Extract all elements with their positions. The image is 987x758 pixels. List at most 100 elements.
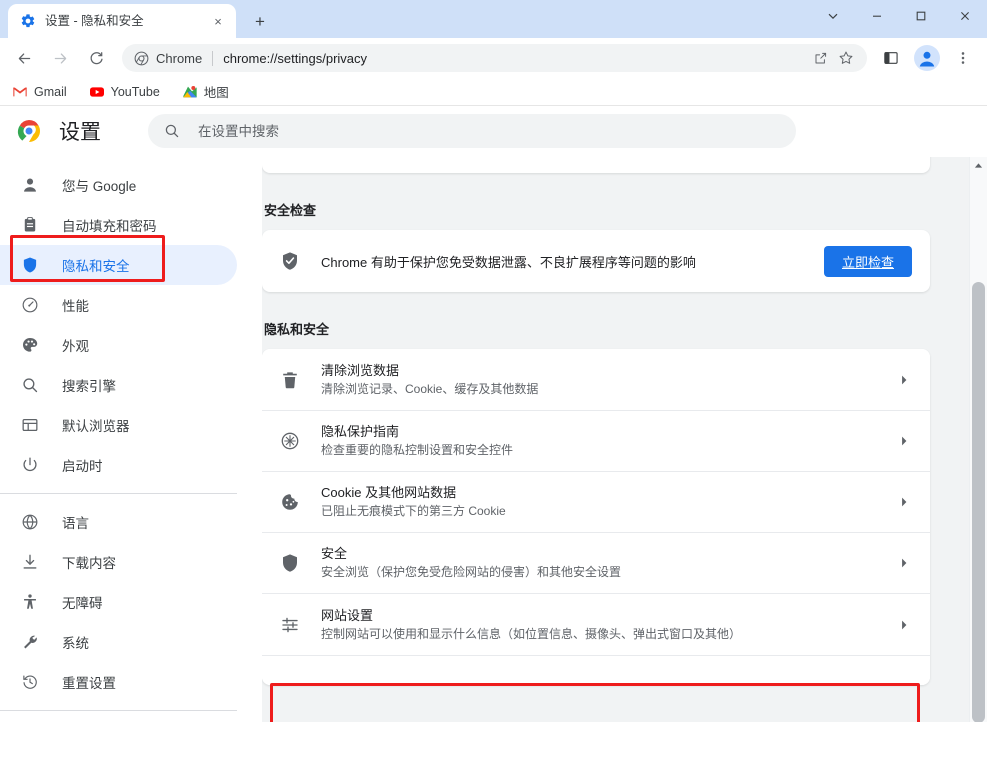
row-title: 网站设置 <box>321 607 374 623</box>
table-row[interactable]: 网站设置 控制网站可以使用和显示什么信息（如位置信息、摄像头、弹出式窗口及其他） <box>262 593 930 655</box>
new-tab-button[interactable]: + <box>246 7 274 35</box>
sidebar-item-label: 性能 <box>62 299 89 314</box>
sidebar-item-default-browser[interactable]: 默认浏览器 <box>0 405 237 445</box>
chevron-right-icon <box>902 558 907 568</box>
chevron-right-icon <box>902 375 907 384</box>
minimize-icon[interactable] <box>855 0 899 32</box>
sidebar-item-extensions[interactable]: 扩展程序 <box>0 719 237 722</box>
table-row-partial[interactable] <box>262 655 930 685</box>
sidebar-item-search-engine[interactable]: 搜索引擎 <box>0 365 237 405</box>
row-texts: 清除浏览数据 清除浏览记录、Cookie、缓存及其他数据 <box>321 362 896 398</box>
speedometer-icon <box>22 297 38 313</box>
sidebar-item-you-and-google[interactable]: 您与 Google <box>0 165 237 205</box>
safety-check-description: Chrome 有助于保护您免受数据泄露、不良扩展程序等问题的影响 <box>321 254 696 270</box>
sidebar-item-label: 语言 <box>62 516 89 531</box>
bookmark-maps[interactable]: 地图 <box>180 81 231 103</box>
omnibox-actions <box>807 45 859 71</box>
scroll-up-arrow-icon[interactable] <box>970 157 987 174</box>
page-title: 设置 <box>59 121 101 144</box>
settings-search-box[interactable] <box>148 114 796 148</box>
side-panel-icon[interactable] <box>876 43 906 73</box>
sidebar-item-privacy-security[interactable]: 隐私和安全 <box>0 245 237 285</box>
settings-page: 设置 您与 Google 自动填充和密码 隐私和安全 <box>0 106 987 722</box>
sidebar-item-downloads[interactable]: 下载内容 <box>0 542 237 582</box>
check-now-button[interactable]: 立即检查 <box>823 245 912 277</box>
chevron-right-icon <box>902 620 907 629</box>
sidebar-item-reset-settings[interactable]: 重置设置 <box>0 662 237 702</box>
bookmark-label: YouTube <box>110 84 160 99</box>
back-icon[interactable] <box>9 43 39 73</box>
row-texts: Cookie 及其他网站数据 已阻止无痕模式下的第三方 Cookie <box>321 484 896 520</box>
table-row[interactable]: 清除浏览数据 清除浏览记录、Cookie、缓存及其他数据 <box>262 349 930 410</box>
sidebar-item-label: 无障碍 <box>62 596 103 611</box>
search-icon <box>23 378 38 393</box>
row-subtitle: 已阻止无痕模式下的第三方 Cookie <box>321 504 506 518</box>
omnibox-url-text[interactable]: chrome://settings/privacy <box>223 51 807 66</box>
share-icon[interactable] <box>807 45 833 71</box>
maximize-icon[interactable] <box>899 0 943 32</box>
search-input[interactable] <box>196 122 780 140</box>
address-bar[interactable]: Chrome chrome://settings/privacy <box>122 44 867 72</box>
tab-strip: 设置 - 隐私和安全 × + <box>0 0 987 38</box>
sidebar-item-label: 启动时 <box>62 459 103 474</box>
row-texts: 网站设置 控制网站可以使用和显示什么信息（如位置信息、摄像头、弹出式窗口及其他） <box>321 607 896 643</box>
row-subtitle: 安全浏览（保护您免受危险网站的侵害）和其他安全设置 <box>321 565 622 579</box>
sidebar-item-system[interactable]: 系统 <box>0 622 237 662</box>
sidebar-item-autofill-passwords[interactable]: 自动填充和密码 <box>0 205 237 245</box>
row-title: Cookie 及其他网站数据 <box>321 485 457 500</box>
row-texts: 安全 安全浏览（保护您免受危险网站的侵害）和其他安全设置 <box>321 545 896 581</box>
privacy-guide-promo-card: 开始使用 不用了，谢谢 <box>262 157 930 173</box>
window-controls <box>811 0 987 32</box>
accessibility-icon <box>24 594 36 609</box>
vertical-scrollbar[interactable] <box>969 157 987 722</box>
sidebar-item-label: 您与 Google <box>62 179 137 194</box>
wrench-icon <box>24 635 37 649</box>
sidebar-item-performance[interactable]: 性能 <box>0 285 237 325</box>
tune-sliders-icon <box>282 617 298 632</box>
power-icon <box>23 457 37 472</box>
sidebar-item-on-startup[interactable]: 启动时 <box>0 445 237 485</box>
sidebar-item-label: 重置设置 <box>62 676 116 691</box>
shield-icon <box>283 554 297 572</box>
chrome-browser-window: 设置 - 隐私和安全 × + Chrome chrome://settings/… <box>0 0 987 758</box>
person-icon <box>24 178 36 192</box>
search-icon <box>165 124 179 138</box>
table-row[interactable]: Cookie 及其他网站数据 已阻止无痕模式下的第三方 Cookie <box>262 471 930 532</box>
bookmark-star-icon[interactable] <box>833 45 859 71</box>
bookmarks-bar: Gmail YouTube 地图 <box>0 78 987 106</box>
settings-sidebar: 您与 Google 自动填充和密码 隐私和安全 性能 外观 搜索引擎 默认浏览器… <box>0 157 262 722</box>
youtube-icon <box>89 86 104 97</box>
safety-check-heading: 安全检查 <box>264 203 317 218</box>
profile-avatar[interactable] <box>912 43 942 73</box>
sidebar-item-label: 隐私和安全 <box>62 259 130 274</box>
sidebar-item-languages[interactable]: 语言 <box>0 502 237 542</box>
row-title: 清除浏览数据 <box>321 362 400 378</box>
shield-check-icon <box>283 252 297 270</box>
close-icon[interactable] <box>943 0 987 32</box>
browser-tab[interactable]: 设置 - 隐私和安全 × <box>8 4 236 38</box>
chevron-down-icon[interactable] <box>811 0 855 32</box>
maps-icon <box>183 85 197 97</box>
sidebar-item-accessibility[interactable]: 无障碍 <box>0 582 237 622</box>
bookmark-gmail[interactable]: Gmail <box>10 81 69 103</box>
bookmark-label: 地图 <box>203 86 229 100</box>
sidebar-item-appearance[interactable]: 外观 <box>0 325 237 365</box>
gmail-icon <box>13 87 27 96</box>
chrome-chip-label: Chrome <box>156 50 203 66</box>
table-row[interactable]: 安全 安全浏览（保护您免受危险网站的侵害）和其他安全设置 <box>262 532 930 593</box>
scrollbar-thumb[interactable] <box>972 282 985 722</box>
reload-icon[interactable] <box>81 43 111 73</box>
chrome-circle-icon <box>134 51 149 65</box>
omnibox-divider <box>212 50 214 66</box>
sidebar-item-label: 下载内容 <box>62 556 116 571</box>
trash-icon <box>283 371 297 388</box>
tab-close-icon[interactable]: × <box>208 11 228 31</box>
table-row[interactable]: 隐私保护指南 检查重要的隐私控制设置和安全控件 <box>262 410 930 471</box>
forward-icon[interactable] <box>45 43 75 73</box>
three-dot-menu-icon[interactable] <box>948 43 978 73</box>
main-inner: 开始使用 不用了，谢谢 安全检查 Chrome 有助于保护您免受数据泄露、不良扩… <box>262 157 970 685</box>
privacy-settings-list: 清除浏览数据 清除浏览记录、Cookie、缓存及其他数据 隐私保护指南 检查重要… <box>262 349 930 685</box>
row-texts: 隐私保护指南 检查重要的隐私控制设置和安全控件 <box>321 423 896 459</box>
row-subtitle: 控制网站可以使用和显示什么信息（如位置信息、摄像头、弹出式窗口及其他） <box>321 626 742 641</box>
bookmark-youtube[interactable]: YouTube <box>87 81 162 103</box>
